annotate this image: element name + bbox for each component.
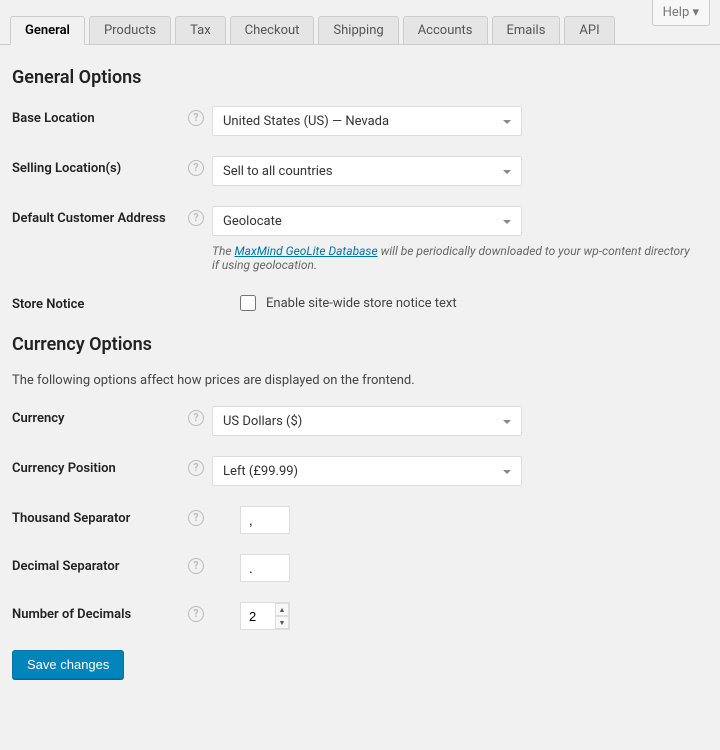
tab-api[interactable]: API [564,16,614,44]
currency-position-label: Currency Position [12,461,116,476]
help-icon[interactable]: ? [188,210,204,226]
spinner-up-icon[interactable]: ▲ [275,603,289,616]
tab-checkout[interactable]: Checkout [230,16,315,44]
decimal-separator-input[interactable] [240,554,290,582]
store-notice-label: Store Notice [12,297,84,312]
base-location-label: Base Location [12,111,95,126]
save-changes-button[interactable]: Save changes [12,650,124,679]
store-notice-checkbox[interactable] [240,295,256,311]
help-icon[interactable]: ? [188,558,204,574]
maxmind-link[interactable]: MaxMind GeoLite Database [234,244,377,258]
selling-locations-select[interactable]: Sell to all countries [212,156,522,186]
help-tab[interactable]: Help ▾ [652,0,710,26]
help-icon[interactable]: ? [188,160,204,176]
tab-general[interactable]: General [10,16,85,45]
thousand-separator-input[interactable] [240,506,290,534]
base-location-select[interactable]: United States (US) — Nevada [212,106,522,136]
decimal-separator-label: Decimal Separator [12,559,119,574]
tab-products[interactable]: Products [89,16,171,44]
currency-options-description: The following options affect how prices … [12,373,708,388]
tab-shipping[interactable]: Shipping [318,16,398,44]
default-customer-address-label: Default Customer Address [12,211,166,226]
number-of-decimals-label: Number of Decimals [12,607,131,622]
help-icon[interactable]: ? [188,606,204,622]
default-customer-address-select[interactable]: Geolocate [212,206,522,236]
help-icon[interactable]: ? [188,110,204,126]
tab-emails[interactable]: Emails [492,16,561,44]
tab-tax[interactable]: Tax [175,16,226,44]
tab-accounts[interactable]: Accounts [403,16,488,44]
settings-tabs: General Products Tax Checkout Shipping A… [0,0,720,45]
help-icon[interactable]: ? [188,460,204,476]
help-icon[interactable]: ? [188,510,204,526]
geolocate-hint: The MaxMind GeoLite Database will be per… [212,244,692,272]
spinner-down-icon[interactable]: ▼ [275,616,289,629]
help-icon[interactable]: ? [188,410,204,426]
thousand-separator-label: Thousand Separator [12,511,130,526]
currency-select[interactable]: US Dollars ($) [212,406,522,436]
currency-label: Currency [12,411,64,426]
store-notice-checkbox-label: Enable site-wide store notice text [266,296,457,311]
selling-locations-label: Selling Location(s) [12,161,121,176]
general-options-heading: General Options [12,67,708,88]
currency-position-select[interactable]: Left (£99.99) [212,456,522,486]
currency-options-heading: Currency Options [12,334,708,355]
